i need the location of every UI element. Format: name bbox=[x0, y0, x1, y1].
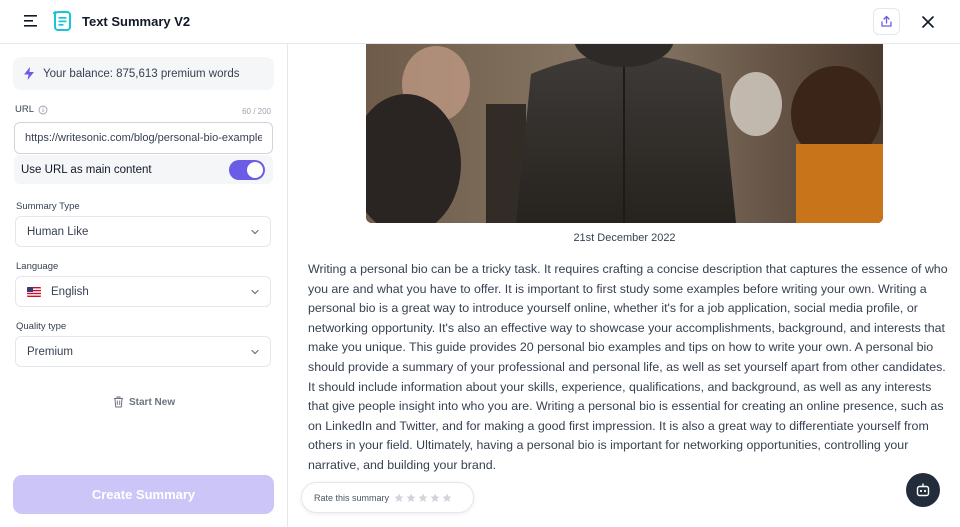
star-icon[interactable] bbox=[430, 493, 440, 503]
summary-output-panel: 21st December 2022 Writing a personal bi… bbox=[289, 44, 960, 527]
start-new-label: Start New bbox=[129, 396, 176, 408]
language-label: Language bbox=[16, 261, 59, 272]
top-bar: Text Summary V2 bbox=[0, 0, 960, 44]
chevron-down-icon bbox=[251, 349, 259, 355]
quality-label: Quality type bbox=[16, 321, 67, 332]
bot-icon bbox=[916, 483, 930, 497]
close-icon bbox=[921, 15, 934, 28]
app-logo-icon bbox=[52, 10, 74, 32]
app-title: Text Summary V2 bbox=[82, 14, 191, 29]
start-new-button[interactable]: Start New bbox=[113, 396, 175, 408]
language-value: English bbox=[51, 285, 89, 298]
chevron-down-icon bbox=[251, 289, 259, 295]
chatbot-button[interactable] bbox=[906, 473, 940, 507]
star-icon[interactable] bbox=[394, 493, 404, 503]
url-char-counter: 60 / 200 bbox=[242, 107, 271, 116]
use-url-row: Use URL as main content bbox=[14, 155, 273, 184]
chevron-down-icon bbox=[251, 229, 259, 235]
rating-widget: Rate this summary bbox=[301, 482, 474, 513]
quality-value: Premium bbox=[27, 345, 74, 358]
info-icon[interactable] bbox=[38, 105, 48, 115]
rating-label: Rate this summary bbox=[314, 492, 390, 503]
summary-text: Writing a personal bio can be a tricky t… bbox=[308, 262, 948, 472]
star-icon[interactable] bbox=[418, 493, 428, 503]
quality-select[interactable]: Premium bbox=[15, 336, 271, 367]
toggle-knob bbox=[247, 162, 263, 178]
balance-text: Your balance: 875,613 premium words bbox=[43, 67, 240, 80]
trash-icon bbox=[114, 396, 123, 408]
menu-icon[interactable] bbox=[24, 14, 40, 28]
share-button[interactable] bbox=[873, 8, 900, 35]
bolt-icon bbox=[24, 67, 34, 80]
close-button[interactable] bbox=[917, 11, 938, 32]
star-icon[interactable] bbox=[442, 493, 452, 503]
summary-type-select[interactable]: Human Like bbox=[15, 216, 271, 247]
balance-banner: Your balance: 875,613 premium words bbox=[13, 57, 274, 90]
sidebar-form: Your balance: 875,613 premium words URL … bbox=[0, 44, 288, 527]
us-flag-icon bbox=[27, 286, 41, 297]
article-hero-image bbox=[366, 44, 883, 223]
url-label-row: URL bbox=[15, 104, 48, 115]
url-label: URL bbox=[15, 104, 35, 115]
use-url-label: Use URL as main content bbox=[21, 163, 152, 176]
article-date: 21st December 2022 bbox=[573, 232, 676, 244]
url-input[interactable] bbox=[14, 122, 273, 154]
share-icon bbox=[881, 15, 892, 27]
summary-type-label: Summary Type bbox=[16, 201, 80, 212]
rating-stars bbox=[394, 493, 452, 503]
summary-type-value: Human Like bbox=[27, 225, 89, 238]
create-summary-button[interactable]: Create Summary bbox=[13, 475, 274, 514]
language-select[interactable]: English bbox=[15, 276, 271, 307]
star-icon[interactable] bbox=[406, 493, 416, 503]
use-url-toggle[interactable] bbox=[229, 160, 265, 180]
